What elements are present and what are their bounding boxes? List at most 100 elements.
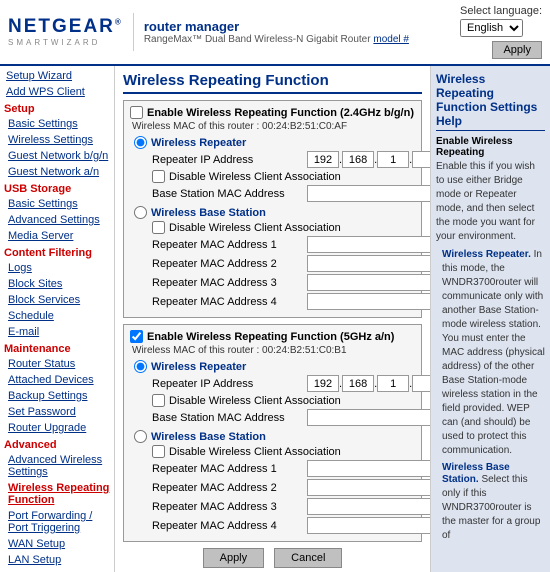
- section1-rep-mac1-label: Repeater MAC Address 1: [152, 239, 307, 251]
- sidebar-item-guest-an[interactable]: Guest Network a/n: [0, 164, 114, 180]
- section2-base-mac-input[interactable]: [307, 409, 430, 426]
- section2-rep-mac4-input[interactable]: [307, 517, 430, 534]
- section2-rep-mac4-label: Repeater MAC Address 4: [152, 520, 307, 532]
- apply-button[interactable]: Apply: [203, 548, 265, 568]
- lang-label: Select language:: [460, 5, 542, 17]
- sidebar-item-backup-settings[interactable]: Backup Settings: [0, 388, 114, 404]
- section1-base-disable-checkbox[interactable]: [152, 221, 165, 234]
- sidebar-item-port-forwarding[interactable]: Port Forwarding / Port Triggering: [0, 508, 114, 536]
- sidebar-item-advanced-settings[interactable]: Advanced Settings: [0, 212, 114, 228]
- main-content: Wireless Repeating Function Enable Wirel…: [115, 66, 430, 572]
- sidebar-section-maintenance: Maintenance: [0, 340, 114, 356]
- sidebar-item-set-password[interactable]: Set Password: [0, 404, 114, 420]
- section2-base-disable-checkbox[interactable]: [152, 445, 165, 458]
- brand-name: NETGEAR: [8, 16, 115, 37]
- model-link[interactable]: model #: [373, 34, 409, 45]
- section2-base-disable-label: Disable Wireless Client Association: [169, 446, 341, 458]
- sidebar-item-block-services[interactable]: Block Services: [0, 292, 114, 308]
- header-apply-button[interactable]: Apply: [492, 41, 542, 59]
- sidebar-item-setup-wizard[interactable]: Setup Wizard: [0, 68, 114, 84]
- section1-ip-field: . . .: [307, 151, 430, 168]
- section2-ip1[interactable]: [307, 375, 339, 392]
- sidebar-item-basic-settings[interactable]: Basic Settings: [0, 116, 114, 132]
- section2-base-radio[interactable]: [134, 430, 147, 443]
- section2-ip-label: Repeater IP Address: [152, 378, 307, 390]
- section2-repeater-label: Wireless Repeater: [151, 361, 246, 373]
- section2-rep-mac1-label: Repeater MAC Address 1: [152, 463, 307, 475]
- language-select[interactable]: English: [460, 19, 523, 37]
- section1-enable-checkbox[interactable]: [130, 106, 143, 119]
- sidebar-item-wan-setup[interactable]: WAN Setup: [0, 536, 114, 552]
- section2-disable-client-checkbox[interactable]: [152, 394, 165, 407]
- section1-rep-mac1-input[interactable]: [307, 236, 430, 253]
- section2-enable-label: Enable Wireless Repeating Function (5GHz…: [147, 331, 394, 343]
- sidebar-item-router-status[interactable]: Router Status: [0, 356, 114, 372]
- section1-rep-mac4-input[interactable]: [307, 293, 430, 310]
- section2-repeater-radio[interactable]: [134, 360, 147, 373]
- section1-rep-mac3-label: Repeater MAC Address 3: [152, 277, 307, 289]
- section2-disable-client-label: Disable Wireless Client Association: [169, 395, 341, 407]
- section1-base-label: Wireless Base Station: [151, 207, 266, 219]
- section2-rep-mac2-label: Repeater MAC Address 2: [152, 482, 307, 494]
- language-area: Select language: English Apply: [460, 5, 542, 59]
- sidebar-item-wireless-settings[interactable]: Wireless Settings: [0, 132, 114, 148]
- section1-enable-label: Enable Wireless Repeating Function (2.4G…: [147, 107, 414, 119]
- section1-repeater-radio[interactable]: [134, 136, 147, 149]
- sidebar-item-attached-devices[interactable]: Attached Devices: [0, 372, 114, 388]
- sidebar-item-schedule[interactable]: Schedule: [0, 308, 114, 324]
- help-enable-title: Enable Wireless Repeating: [436, 136, 545, 158]
- sidebar-section-setup: Setup: [0, 100, 114, 116]
- section2-ip2[interactable]: [342, 375, 374, 392]
- sidebar-item-advanced-wireless[interactable]: Advanced Wireless Settings: [0, 452, 114, 480]
- sidebar-item-wireless-repeating[interactable]: Wireless Repeating Function: [0, 480, 114, 508]
- section2-rep-mac3-input[interactable]: [307, 498, 430, 515]
- section2-base-mac-label: Base Station MAC Address: [152, 412, 307, 424]
- sidebar-item-router-upgrade[interactable]: Router Upgrade: [0, 420, 114, 436]
- router-manager-label: router manager: [144, 19, 409, 34]
- section1-ip2[interactable]: [342, 151, 374, 168]
- help-panel: Wireless Repeating Function Settings Hel…: [430, 66, 550, 572]
- section1-rep-mac3-input[interactable]: [307, 274, 430, 291]
- section1-ip4[interactable]: [412, 151, 430, 168]
- section2-rep-mac2-input[interactable]: [307, 479, 430, 496]
- section2-rep-mac3-label: Repeater MAC Address 3: [152, 501, 307, 513]
- section1-rep-mac4-label: Repeater MAC Address 4: [152, 296, 307, 308]
- help-enable-text: Enable this if you wish to use either Br…: [436, 160, 545, 244]
- cancel-button[interactable]: Cancel: [274, 548, 342, 568]
- section2-enable-checkbox[interactable]: [130, 330, 143, 343]
- sidebar-item-media-server[interactable]: Media Server: [0, 228, 114, 244]
- sidebar-item-basic-usb[interactable]: Basic Settings: [0, 196, 114, 212]
- section1-base-disable-label: Disable Wireless Client Association: [169, 222, 341, 234]
- sidebar-item-guest-bgn[interactable]: Guest Network b/g/n: [0, 148, 114, 164]
- help-bullet1-title: Wireless Repeater.: [442, 249, 531, 260]
- section1-rep-mac2-input[interactable]: [307, 255, 430, 272]
- section1-ip1[interactable]: [307, 151, 339, 168]
- section2-ip3[interactable]: [377, 375, 409, 392]
- sidebar-section-usb: USB Storage: [0, 180, 114, 196]
- section1-base-mac-input[interactable]: [307, 185, 430, 202]
- section1-repeater-label: Wireless Repeater: [151, 137, 246, 149]
- sidebar-item-block-sites[interactable]: Block Sites: [0, 276, 114, 292]
- logo: NETGEAR® SMARTWIZARD: [8, 17, 123, 47]
- sidebar-item-email[interactable]: E-mail: [0, 324, 114, 340]
- section1-mac-info: Wireless MAC of this router : 00:24:B2:5…: [132, 121, 415, 132]
- section1-rep-mac2-label: Repeater MAC Address 2: [152, 258, 307, 270]
- section1-disable-client-checkbox[interactable]: [152, 170, 165, 183]
- sidebar-item-lan-setup[interactable]: LAN Setup: [0, 552, 114, 568]
- section1-ip3[interactable]: [377, 151, 409, 168]
- section1-ip-label: Repeater IP Address: [152, 154, 307, 166]
- sidebar-section-advanced: Advanced: [0, 436, 114, 452]
- router-info: router manager RangеMax™ Dual Band Wirel…: [144, 19, 409, 45]
- header: NETGEAR® SMARTWIZARD router manager Rang…: [0, 0, 550, 66]
- section1-disable-client-label: Disable Wireless Client Association: [169, 171, 341, 183]
- section1: Enable Wireless Repeating Function (2.4G…: [123, 100, 422, 318]
- section2-base-label: Wireless Base Station: [151, 431, 266, 443]
- page-title: Wireless Repeating Function: [123, 72, 422, 94]
- section2-rep-mac1-input[interactable]: [307, 460, 430, 477]
- sidebar-item-add-wps[interactable]: Add WPS Client: [0, 84, 114, 100]
- section2-ip4[interactable]: [412, 375, 430, 392]
- section2-ip-field: . . .: [307, 375, 430, 392]
- sidebar-item-logs[interactable]: Logs: [0, 260, 114, 276]
- section1-base-radio[interactable]: [134, 206, 147, 219]
- sidebar-section-content: Content Filtering: [0, 244, 114, 260]
